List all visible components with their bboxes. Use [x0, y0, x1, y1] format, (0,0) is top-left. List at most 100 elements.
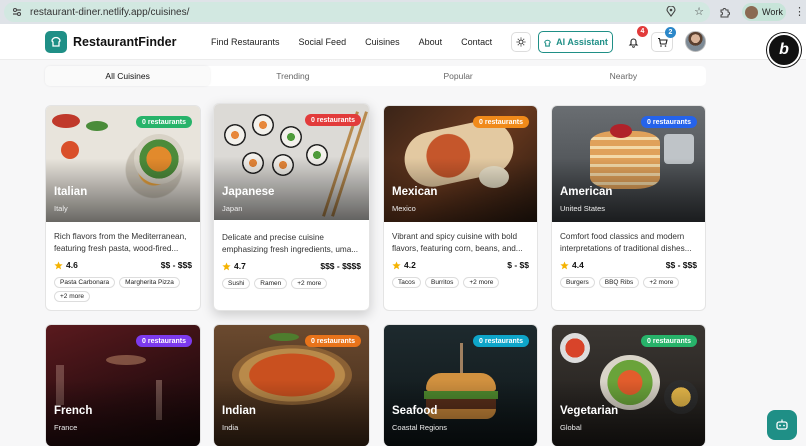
- dish-tag[interactable]: Margherita Pizza: [119, 277, 180, 288]
- profile-label: Work: [762, 7, 783, 17]
- rating-value: 4.4: [572, 260, 584, 270]
- cuisine-name: Vegetarian: [560, 405, 619, 417]
- site-settings-icon[interactable]: [12, 7, 22, 17]
- cuisine-card-american[interactable]: 0 restaurants American United States Com…: [551, 105, 706, 311]
- chat-assistant-button[interactable]: [767, 410, 797, 440]
- dish-tags: Tacos Burritos +2 more: [392, 277, 537, 288]
- nav-link-cuisines[interactable]: Cuisines: [365, 37, 400, 47]
- cuisine-name: Japanese: [222, 186, 275, 198]
- star-icon: [54, 260, 63, 269]
- restaurant-count-badge: 0 restaurants: [473, 335, 529, 347]
- cuisine-region: France: [54, 423, 78, 432]
- cuisine-name: Italian: [54, 186, 88, 198]
- notifications-button[interactable]: 4: [622, 26, 648, 52]
- url-text: restaurant-diner.netlify.app/cuisines/: [30, 6, 190, 18]
- extensions-icon[interactable]: [717, 5, 731, 19]
- cuisine-card-indian[interactable]: 0 restaurants Indian India: [213, 324, 370, 446]
- restaurant-count-badge: 0 restaurants: [473, 116, 529, 128]
- cuisine-region: Japan: [222, 204, 243, 213]
- cuisine-card-mexican[interactable]: 0 restaurants Mexican Mexico Vibrant and…: [383, 105, 538, 311]
- profile-avatar: [745, 5, 758, 19]
- cuisine-card-italian[interactable]: 0 restaurants Italian Italy Rich flavors…: [45, 105, 201, 311]
- nav-links: Find Restaurants Social Feed Cuisines Ab…: [211, 37, 511, 47]
- dish-tag[interactable]: Ramen: [254, 278, 288, 289]
- nav-link-find-restaurants[interactable]: Find Restaurants: [211, 37, 280, 47]
- more-tags[interactable]: +2 more: [463, 277, 500, 288]
- price-range: $$ - $$$: [665, 260, 697, 270]
- nav-link-social-feed[interactable]: Social Feed: [299, 37, 347, 47]
- more-tags[interactable]: +2 more: [291, 278, 328, 289]
- cart-count-badge: 2: [665, 27, 676, 38]
- bell-icon: [628, 37, 638, 48]
- tab-all-cuisines[interactable]: All Cuisines: [45, 66, 211, 86]
- rating-value: 4.6: [66, 260, 78, 270]
- cuisine-card-french[interactable]: 0 restaurants French France: [45, 324, 201, 446]
- rating-value: 4.2: [404, 260, 416, 270]
- restaurant-count-badge: 0 restaurants: [305, 114, 361, 126]
- profile-button[interactable]: Work: [742, 3, 786, 21]
- cart-button[interactable]: 2: [651, 27, 676, 52]
- address-bar[interactable]: restaurant-diner.netlify.app/cuisines/: [4, 2, 710, 22]
- more-tags[interactable]: +2 more: [643, 277, 680, 288]
- dish-tag[interactable]: Pasta Carbonara: [54, 277, 116, 288]
- user-avatar[interactable]: [685, 31, 706, 52]
- dish-tag[interactable]: Tacos: [392, 277, 421, 288]
- location-icon[interactable]: [664, 4, 678, 18]
- restaurant-count-badge: 0 restaurants: [136, 116, 192, 128]
- ai-assistant-button[interactable]: AI Assistant: [538, 31, 613, 53]
- tab-popular[interactable]: Popular: [376, 66, 541, 86]
- restaurant-count-badge: 0 restaurants: [305, 335, 361, 347]
- bolt-badge-logo[interactable]: b: [767, 33, 801, 67]
- star-icon: [392, 260, 401, 269]
- restaurant-count-badge: 0 restaurants: [136, 335, 192, 347]
- dish-tags: Sushi Ramen +2 more: [222, 278, 367, 289]
- dish-tags: Pasta Carbonara Margherita Pizza +2 more: [54, 277, 199, 302]
- cuisine-region: Coastal Regions: [392, 423, 448, 432]
- tab-trending[interactable]: Trending: [210, 66, 375, 86]
- cuisine-region: India: [222, 423, 239, 432]
- ai-assistant-label: AI Assistant: [556, 37, 608, 47]
- bolt-letter: b: [779, 41, 789, 58]
- cuisine-description: Delicate and precise cuisine emphasizing…: [222, 233, 359, 254]
- cuisine-card-seafood[interactable]: 0 restaurants Seafood Coastal Regions: [383, 324, 538, 446]
- sun-icon: [516, 37, 526, 47]
- cuisine-region: United States: [560, 204, 606, 213]
- cuisine-description: Comfort food classics and modern interpr…: [560, 232, 692, 253]
- cuisine-tabs: All Cuisines Trending Popular Nearby: [45, 66, 706, 86]
- price-range: $$$ - $$$$: [320, 261, 361, 271]
- cuisine-name: Seafood: [392, 405, 438, 417]
- rating-value: 4.7: [234, 261, 246, 271]
- dish-tag[interactable]: BBQ Ribs: [598, 277, 640, 288]
- cuisine-name: American: [560, 186, 613, 198]
- notification-count-badge: 4: [637, 26, 648, 37]
- browser-toolbar: restaurant-diner.netlify.app/cuisines/ ☆…: [0, 0, 806, 24]
- cuisine-rating: 4.2: [392, 260, 416, 270]
- more-tags[interactable]: +2 more: [54, 291, 91, 302]
- theme-toggle-button[interactable]: [511, 32, 531, 52]
- browser-menu-icon[interactable]: ⋮: [794, 5, 805, 18]
- dish-tag[interactable]: Sushi: [222, 278, 251, 289]
- nav-link-about[interactable]: About: [419, 37, 443, 47]
- brand-name[interactable]: RestaurantFinder: [73, 35, 177, 49]
- dish-tag[interactable]: Burritos: [424, 277, 460, 288]
- restaurant-count-badge: 0 restaurants: [641, 335, 697, 347]
- chat-bot-icon: [776, 419, 788, 430]
- cuisine-region: Mexico: [392, 204, 416, 213]
- cuisine-description: Rich flavors from the Mediterranean, fea…: [54, 232, 187, 253]
- cuisine-card-vegetarian[interactable]: 0 restaurants Vegetarian Global: [551, 324, 706, 446]
- cuisine-name: Mexican: [392, 186, 438, 198]
- cuisine-card-japanese[interactable]: 0 restaurants Japanese Japan Delicate an…: [213, 103, 370, 311]
- cuisine-rating: 4.4: [560, 260, 584, 270]
- tab-nearby[interactable]: Nearby: [541, 66, 706, 86]
- cuisine-rating: 4.6: [54, 260, 78, 270]
- star-icon: [560, 260, 569, 269]
- dish-tag[interactable]: Burgers: [560, 277, 595, 288]
- nav-link-contact[interactable]: Contact: [461, 37, 492, 47]
- bookmark-star-icon[interactable]: ☆: [692, 4, 706, 18]
- logo-icon[interactable]: [45, 31, 67, 53]
- price-range: $ - $$: [507, 260, 529, 270]
- app-navbar: RestaurantFinder Find Restaurants Social…: [0, 24, 806, 60]
- chef-hat-icon: [544, 39, 551, 47]
- cuisine-name: Indian: [222, 405, 256, 417]
- cuisine-name: French: [54, 405, 93, 417]
